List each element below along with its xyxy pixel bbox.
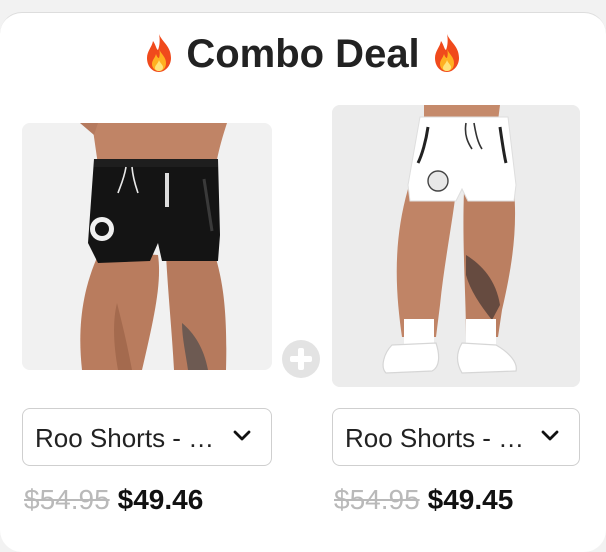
black-shorts-photo: [22, 123, 272, 370]
product-1-variant-label: Roo Shorts - …: [35, 423, 215, 453]
product-2-variant-label: Roo Shorts - …: [345, 423, 525, 453]
page-title: Combo Deal: [186, 32, 420, 76]
fire-icon: [434, 34, 459, 72]
product-1-price: $54.95 $49.46: [24, 484, 203, 516]
chevron-down-icon: [541, 430, 559, 441]
product-1-image[interactable]: [22, 123, 272, 370]
combo-deal-heading: Combo Deal: [0, 28, 606, 80]
white-shorts-photo: [332, 105, 580, 387]
product-1-old-price: $54.95: [24, 484, 110, 515]
chevron-down-icon: [233, 430, 251, 441]
product-2-variant-select[interactable]: Roo Shorts - …: [332, 408, 580, 466]
product-1-sale-price: $49.46: [117, 484, 204, 515]
product-1-variant-select[interactable]: Roo Shorts - …: [22, 408, 272, 466]
product-2-price: $54.95 $49.45: [334, 484, 513, 516]
product-2-sale-price: $49.45: [427, 484, 514, 515]
product-2-old-price: $54.95: [334, 484, 420, 515]
plus-icon: [282, 340, 320, 378]
product-2-image[interactable]: [332, 105, 580, 387]
fire-icon: [147, 34, 172, 72]
